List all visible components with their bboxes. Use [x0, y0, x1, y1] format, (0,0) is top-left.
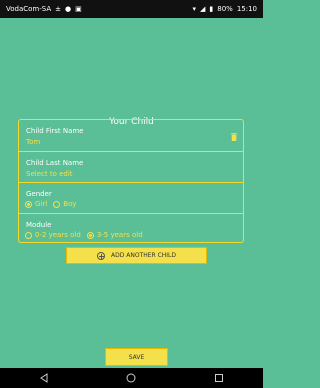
gender-field: Gender Girl Boy: [19, 182, 243, 213]
back-icon[interactable]: [36, 372, 52, 384]
gender-label: Gender: [26, 190, 52, 198]
status-right: ▾ ◢ ▮ 80% 15:10: [192, 5, 257, 13]
app-content: Your Child Child First Name Tom Child La…: [0, 18, 263, 368]
status-left: VodaCom-SA ± ● ▣: [6, 5, 82, 13]
wifi-icon: ▾: [192, 5, 196, 13]
module-option-label: 0-2 years old: [35, 231, 81, 239]
device-screen: VodaCom-SA ± ● ▣ ▾ ◢ ▮ 80% 15:10 Your Ch…: [0, 0, 263, 388]
last-name-value[interactable]: Select to edit: [26, 170, 73, 178]
module-option-0-2[interactable]: 0-2 years old: [25, 231, 81, 239]
add-another-child-label: ADD ANOTHER CHILD: [110, 252, 177, 259]
plus-circle-icon: [96, 251, 105, 260]
battery-level: 80%: [217, 5, 233, 13]
gender-option-label: Boy: [63, 200, 77, 208]
gender-option-girl[interactable]: Girl: [25, 200, 47, 208]
save-label: SAVE: [128, 353, 145, 361]
first-name-field[interactable]: Child First Name Tom: [19, 120, 243, 151]
status-bar: VodaCom-SA ± ● ▣ ▾ ◢ ▮ 80% 15:10: [0, 0, 263, 18]
notification-dot-icon: ●: [65, 5, 72, 13]
home-icon[interactable]: [123, 372, 139, 384]
first-name-value[interactable]: Tom: [26, 138, 40, 146]
carrier-name: VodaCom-SA: [6, 5, 52, 13]
save-button[interactable]: SAVE: [105, 348, 168, 366]
gender-option-boy[interactable]: Boy: [53, 200, 76, 208]
trash-icon[interactable]: [231, 126, 237, 141]
radio-selected-icon: [25, 200, 32, 208]
module-label: Module: [26, 221, 52, 229]
signal-icon: ◢: [200, 5, 206, 13]
clock-time: 15:10: [236, 5, 257, 13]
radio-unselected-icon: [25, 231, 32, 239]
last-name-label: Child Last Name: [26, 159, 84, 167]
module-option-label: 3-5 years old: [96, 231, 143, 239]
first-name-label: Child First Name: [26, 127, 84, 135]
module-field: Module 0-2 years old 3-5 years old: [19, 213, 243, 244]
child-form-card: Child First Name Tom Child Last Name Sel…: [18, 119, 244, 243]
last-name-field[interactable]: Child Last Name Select to edit: [19, 151, 243, 182]
usb-icon: ±: [55, 5, 62, 13]
radio-selected-icon: [86, 231, 94, 239]
recents-icon[interactable]: [211, 372, 227, 384]
radio-unselected-icon: [53, 200, 61, 208]
module-radio-group: 0-2 years old 3-5 years old: [25, 231, 143, 239]
module-option-3-5[interactable]: 3-5 years old: [86, 231, 143, 239]
android-nav-bar: [0, 368, 263, 388]
battery-icon: ▮: [209, 5, 214, 13]
gender-option-label: Girl: [35, 200, 48, 208]
gender-radio-group: Girl Boy: [25, 200, 76, 208]
add-another-child-button[interactable]: ADD ANOTHER CHILD: [66, 247, 207, 264]
image-icon: ▣: [75, 5, 82, 13]
